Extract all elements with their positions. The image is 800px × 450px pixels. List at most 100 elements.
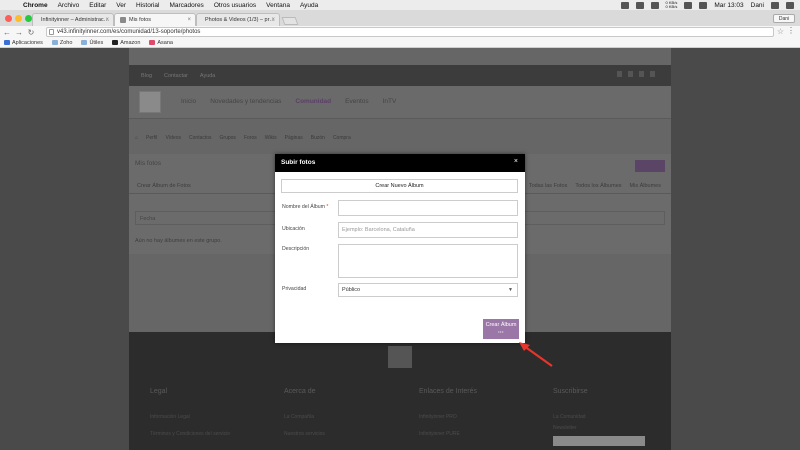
subscribe-email-input[interactable]: [553, 436, 645, 446]
tab-my-albums[interactable]: Mis Álbumes: [630, 183, 661, 189]
footer-link[interactable]: Términos y Condiciones del servicio: [150, 431, 230, 437]
bookmark-utiles[interactable]: Útiles: [81, 40, 103, 46]
footer-link[interactable]: Newsletter: [553, 425, 577, 431]
footer-link[interactable]: Nuestros servicios: [284, 431, 325, 437]
menubar-user[interactable]: Dani: [751, 2, 764, 9]
subnav-item[interactable]: Páginas: [285, 135, 303, 141]
clock[interactable]: Mar 13:03: [714, 2, 743, 9]
album-name-input[interactable]: [338, 200, 518, 216]
bookmark-asana[interactable]: Asana: [149, 40, 173, 46]
tab-create-album[interactable]: Crear Álbum de Fotos: [137, 183, 191, 189]
topstrip-link[interactable]: Blog: [141, 73, 152, 79]
subnav-item[interactable]: Perfil: [146, 135, 157, 141]
linkedin-icon[interactable]: [650, 71, 655, 77]
home-icon[interactable]: ⌂: [135, 135, 138, 141]
macos-menubar: Chrome Archivo Editar Ver Historial Marc…: [0, 0, 800, 10]
url-input[interactable]: v43.infinityinner.com/es/comunidad/13-so…: [46, 27, 774, 37]
tab-all-photos[interactable]: Todas las Fotos: [529, 183, 568, 189]
close-tab-icon[interactable]: ×: [105, 17, 109, 23]
subnav-item[interactable]: Foros: [244, 135, 257, 141]
close-icon[interactable]: ×: [514, 158, 518, 165]
create-new-album-button[interactable]: Crear Nuevo Álbum: [281, 179, 518, 193]
close-tab-icon[interactable]: ×: [271, 17, 275, 23]
close-tab-icon[interactable]: ×: [187, 17, 191, 23]
youtube-icon[interactable]: [639, 71, 644, 77]
location-input[interactable]: Ejemplo: Barcelona, Cataluña: [338, 222, 518, 238]
new-tab-button[interactable]: [281, 17, 299, 25]
facebook-icon[interactable]: [617, 71, 622, 77]
topstrip-link[interactable]: Contactar: [164, 73, 188, 79]
bookmark-aplicaciones[interactable]: Aplicaciones: [4, 40, 43, 46]
network-monitor[interactable]: 0 KB/s 0 KB/s: [666, 1, 678, 9]
description-label: Descripción: [282, 246, 310, 252]
menu-editar[interactable]: Editar: [89, 2, 106, 9]
subnav-item[interactable]: Buzón: [311, 135, 325, 141]
nav-comunidad[interactable]: Comunidad: [295, 98, 331, 105]
nav-intv[interactable]: InTV: [383, 98, 397, 105]
subnav-item[interactable]: Grupos: [220, 135, 236, 141]
menu-otros-usuarios[interactable]: Otros usuarios: [214, 2, 256, 9]
close-window-icon[interactable]: [5, 15, 12, 22]
subnav-item[interactable]: Wikis: [265, 135, 277, 141]
topstrip-link[interactable]: Ayuda: [200, 73, 216, 79]
upload-photos-modal: Subir fotos × Crear Nuevo Álbum Nombre d…: [275, 154, 525, 343]
wifi-icon[interactable]: [684, 1, 693, 9]
minimize-window-icon[interactable]: [15, 15, 22, 22]
asana-icon: [149, 40, 156, 45]
browser-tab[interactable]: Infinityinner – Administrac… ×: [32, 13, 114, 26]
bookmark-zoho[interactable]: Zoho: [51, 40, 72, 46]
nav-eventos[interactable]: Eventos: [345, 98, 369, 105]
menu-ayuda[interactable]: Ayuda: [300, 2, 318, 9]
annotation-arrow-icon: [519, 342, 553, 367]
footer-link[interactable]: La Compañía: [284, 414, 314, 420]
address-bar-row: ← → ↻ v43.infinityinner.com/es/comunidad…: [0, 26, 800, 38]
bookmark-label: Aplicaciones: [12, 39, 43, 46]
apple-menu-icon[interactable]: [6, 1, 13, 9]
search-icon[interactable]: [771, 1, 779, 9]
create-album-submit-button[interactable]: Crear Álbum •••: [483, 319, 519, 339]
modal-header: Subir fotos ×: [275, 154, 525, 172]
chrome-menu-icon[interactable]: ⋮: [787, 26, 795, 35]
profile-button[interactable]: Dani: [773, 14, 795, 23]
maximize-window-icon[interactable]: [25, 15, 32, 22]
twitter-icon[interactable]: [628, 71, 633, 77]
footer-col-title: Suscribirse: [553, 388, 588, 395]
menu-archivo[interactable]: Archivo: [58, 2, 80, 9]
bookmark-star-icon[interactable]: ☆: [777, 27, 784, 36]
battery-icon[interactable]: [699, 1, 708, 9]
tab-all-albums[interactable]: Todos los Álbumes: [575, 183, 621, 189]
footer-link[interactable]: Información Legal: [150, 414, 190, 420]
nav-novedades[interactable]: Novedades y tendencias: [210, 98, 281, 105]
nav-inicio[interactable]: Inicio: [181, 98, 196, 105]
reload-icon[interactable]: ↻: [26, 28, 36, 37]
dropbox-icon[interactable]: [620, 1, 629, 9]
description-textarea[interactable]: [338, 244, 518, 278]
menu-ver[interactable]: Ver: [116, 2, 126, 9]
back-icon[interactable]: ←: [2, 28, 12, 37]
empty-message: Aún no hay álbumes en este grupo.: [135, 238, 222, 244]
footer-link[interactable]: Infinityinner PRO: [419, 414, 457, 420]
album-name-label: Nombre del Álbum *: [282, 204, 328, 210]
bookmark-amazon[interactable]: Amazon: [112, 40, 140, 46]
forward-icon[interactable]: →: [14, 28, 24, 37]
upload-photos-button[interactable]: [635, 160, 665, 172]
browser-tab-active[interactable]: Mis fotos ×: [114, 13, 196, 26]
community-subnav: ⌂ Perfil Vídeos Contactos Grupos Foros W…: [129, 132, 671, 144]
menu-marcadores[interactable]: Marcadores: [169, 2, 203, 9]
footer-link[interactable]: La Comunidad: [553, 414, 586, 420]
subnav-item[interactable]: Contactos: [189, 135, 212, 141]
tray-icon[interactable]: [635, 1, 644, 9]
site-logo[interactable]: [139, 91, 161, 113]
footer-link[interactable]: Infinityinner PURE: [419, 431, 460, 437]
subnav-item[interactable]: Compra: [333, 135, 351, 141]
notification-center-icon[interactable]: [786, 1, 794, 9]
browser-tab[interactable]: Photos & Videos (1/3) – pr… ×: [196, 13, 280, 26]
subnav-item[interactable]: Vídeos: [165, 135, 181, 141]
tray-icon[interactable]: [650, 1, 659, 9]
menu-ventana[interactable]: Ventana: [266, 2, 290, 9]
menu-app-name[interactable]: Chrome: [23, 2, 48, 9]
page-info-icon[interactable]: [49, 29, 54, 35]
menu-historial[interactable]: Historial: [136, 2, 159, 9]
amazon-icon: [112, 40, 119, 45]
privacy-select[interactable]: Público ▼: [338, 283, 518, 297]
